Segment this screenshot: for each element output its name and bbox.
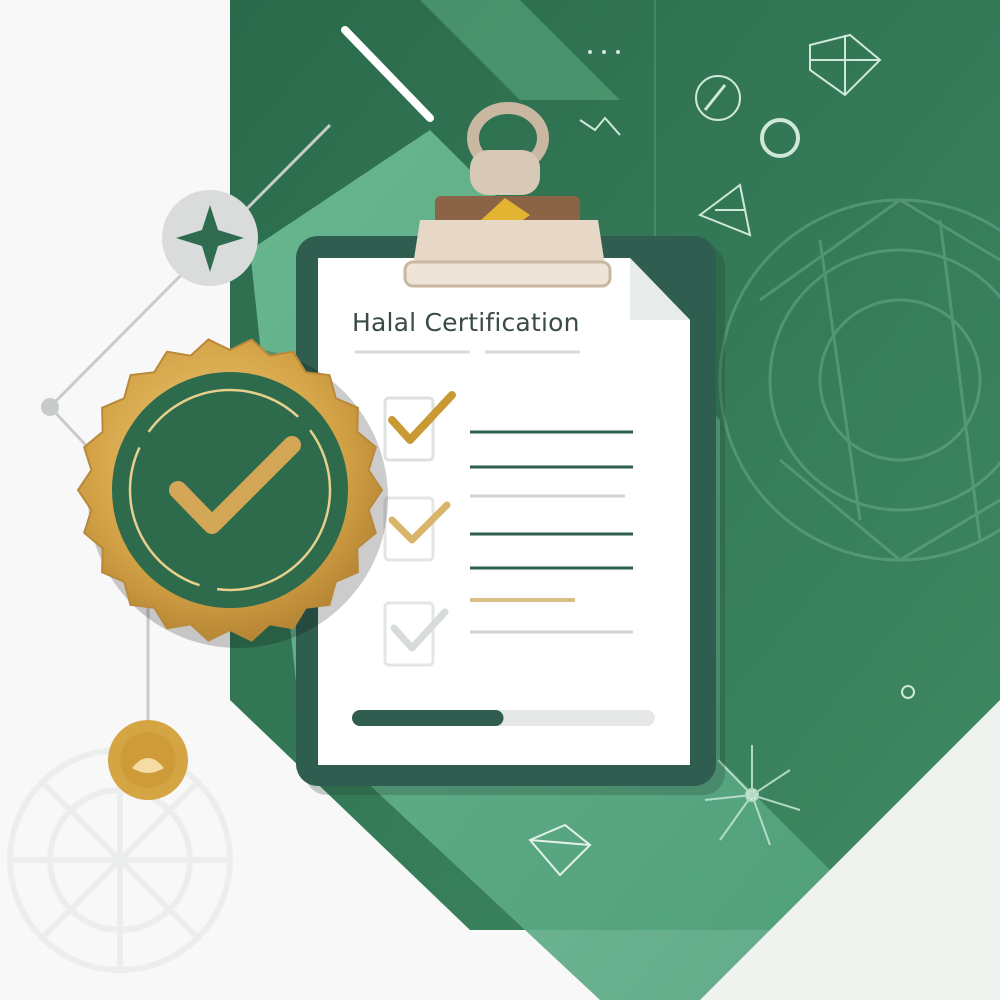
document-title: Halal Certification bbox=[352, 308, 580, 337]
verified-check-badge-icon bbox=[76, 338, 388, 648]
